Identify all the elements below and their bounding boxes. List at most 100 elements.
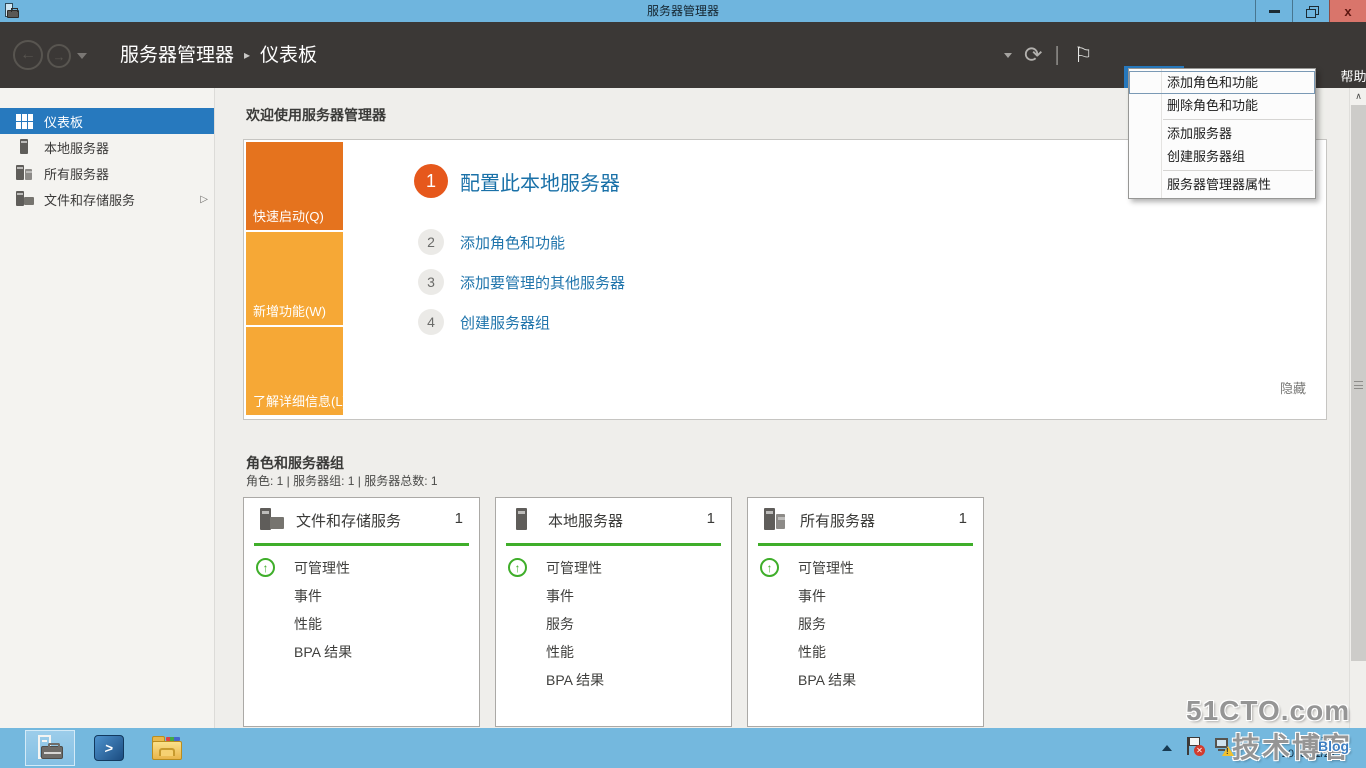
menu-separator bbox=[1163, 119, 1313, 120]
server-manager-window: 服务器管理器 x ← → 服务器管理器▸仪表板 ⟳ | ⚐ 管理(M)工具(T)… bbox=[0, 0, 1366, 768]
clock[interactable]: :43 2015/11/21 bbox=[1236, 733, 1336, 761]
manage-menu-item[interactable]: 服务器管理器属性 bbox=[1129, 173, 1315, 196]
welcome-step[interactable]: 2 添加角色和功能 bbox=[418, 229, 565, 255]
sidebar-item[interactable]: 文件和存储服务 ▷ bbox=[0, 186, 214, 212]
dashboard-icon bbox=[16, 113, 34, 129]
hide-link[interactable]: 隐藏 bbox=[1280, 378, 1306, 397]
welcome-tab[interactable]: 了解详细信息(L) bbox=[246, 327, 347, 415]
role-cards: 文件和存储服务 1 ↑ 可管理性 事件 性能 BPA 结果 本地服务器 1 ↑ 可管理性事… bbox=[243, 497, 999, 727]
breadcrumb-current: 仪表板 bbox=[260, 45, 318, 66]
card-title-link[interactable]: 文件和存储服务 bbox=[296, 510, 401, 531]
local-server-icon bbox=[512, 508, 538, 532]
notifications-flag-icon[interactable]: ⚐ bbox=[1074, 45, 1093, 66]
card-row[interactable]: BPA 结果 bbox=[496, 666, 731, 694]
card-row[interactable]: 事件 bbox=[244, 582, 479, 610]
card-row[interactable]: 服务 bbox=[496, 610, 731, 638]
all-servers-icon bbox=[764, 508, 790, 532]
restore-button[interactable] bbox=[1292, 0, 1329, 22]
card-row[interactable]: 服务 bbox=[748, 610, 983, 638]
card-row[interactable]: 事件 bbox=[748, 582, 983, 610]
sidebar-item[interactable]: 所有服务器 bbox=[0, 160, 214, 186]
manage-menu-item[interactable]: 添加角色和功能 bbox=[1129, 71, 1315, 94]
card-status-rule bbox=[254, 543, 469, 546]
step-number-badge: 3 bbox=[418, 269, 444, 295]
welcome-step[interactable]: 4 创建服务器组 bbox=[418, 309, 550, 335]
sidebar-nav: 仪表板 本地服务器 所有服务器 文件和存储服务 ▷ bbox=[0, 108, 214, 212]
step-number-badge: 4 bbox=[418, 309, 444, 335]
close-button[interactable]: x bbox=[1329, 0, 1366, 22]
welcome-tab[interactable]: 新增功能(W) bbox=[246, 232, 343, 325]
file-explorer-icon bbox=[152, 736, 182, 760]
card-row[interactable]: BPA 结果 bbox=[748, 666, 983, 694]
tray-date: 2015/11/21 bbox=[1281, 748, 1336, 760]
sidebar-item[interactable]: 仪表板 bbox=[0, 108, 214, 134]
window-title: 服务器管理器 bbox=[646, 4, 719, 18]
card-row[interactable]: 事件 bbox=[496, 582, 731, 610]
welcome-title: 欢迎使用服务器管理器 bbox=[246, 107, 386, 123]
sidebar: 仪表板 本地服务器 所有服务器 文件和存储服务 ▷ bbox=[0, 88, 215, 728]
breadcrumb-root[interactable]: 服务器管理器 bbox=[120, 45, 234, 66]
scrollbar-up-icon[interactable]: ∧ bbox=[1350, 88, 1366, 105]
powershell-icon: > bbox=[94, 735, 124, 761]
file-storage-icon bbox=[260, 508, 286, 532]
welcome-step[interactable]: 1 配置此本地服务器 bbox=[414, 164, 620, 198]
welcome-step[interactable]: 3 添加要管理的其他服务器 bbox=[418, 269, 625, 295]
titlebar: 服务器管理器 x bbox=[0, 0, 1366, 22]
toolbar-divider: | bbox=[1054, 43, 1060, 66]
card-title-link[interactable]: 本地服务器 bbox=[548, 510, 623, 531]
step-number-badge: 1 bbox=[414, 164, 448, 198]
all-servers-icon bbox=[16, 165, 34, 181]
card-row[interactable]: 性能 bbox=[496, 638, 731, 666]
step-link[interactable]: 添加要管理的其他服务器 bbox=[460, 272, 625, 293]
card-title-link[interactable]: 所有服务器 bbox=[800, 510, 875, 531]
back-button[interactable]: ← bbox=[13, 40, 43, 70]
card-row[interactable]: ↑ 可管理性 bbox=[496, 554, 731, 582]
server-manager-icon bbox=[35, 734, 65, 762]
manage-menu-dropdown: 添加角色和功能 删除角色和功能 添加服务器 创建服务器组 服务器管理器属性 bbox=[1128, 68, 1316, 199]
role-group-card: 本地服务器 1 ↑ 可管理性 事件 服务 性能 BPA 结果 bbox=[495, 497, 732, 727]
dropdown-caret-icon[interactable] bbox=[1004, 52, 1012, 58]
minimize-button[interactable] bbox=[1255, 0, 1292, 22]
manage-menu-item[interactable]: 创建服务器组 bbox=[1129, 145, 1315, 168]
manage-menu-item[interactable]: 添加服务器 bbox=[1129, 122, 1315, 145]
action-center-flag-icon[interactable]: ✕ bbox=[1185, 736, 1205, 756]
step-number-badge: 2 bbox=[418, 229, 444, 255]
taskbar-powershell-button[interactable]: > bbox=[88, 730, 130, 766]
card-row[interactable]: ↑ 可管理性 bbox=[748, 554, 983, 582]
card-server-count: 1 bbox=[454, 510, 463, 527]
welcome-tab[interactable]: 快速启动(Q) bbox=[246, 142, 343, 230]
roles-and-server-groups-header: 角色和服务器组 bbox=[246, 455, 344, 471]
taskbar: > ✕ :43 2015/11/21 bbox=[0, 728, 1366, 768]
card-status-rule bbox=[506, 543, 721, 546]
network-warning-icon[interactable] bbox=[1214, 736, 1234, 756]
manageability-up-icon: ↑ bbox=[256, 558, 275, 577]
taskbar-explorer-button[interactable] bbox=[146, 730, 188, 766]
tray-time: :43 bbox=[1320, 734, 1336, 746]
step-link[interactable]: 添加角色和功能 bbox=[460, 232, 565, 253]
roles-counts: 角色: 1 | 服务器组: 1 | 服务器总数: 1 bbox=[246, 474, 438, 488]
tray-expand-icon[interactable] bbox=[1162, 745, 1172, 751]
scrollbar-thumb[interactable] bbox=[1351, 105, 1366, 661]
card-row[interactable]: 性能 bbox=[748, 638, 983, 666]
manage-menu-item[interactable]: 删除角色和功能 bbox=[1129, 94, 1315, 117]
sidebar-item[interactable]: 本地服务器 bbox=[0, 134, 214, 160]
menu-separator bbox=[1163, 170, 1313, 171]
menubar-item[interactable]: 帮助(H) bbox=[1333, 66, 1366, 88]
card-row[interactable]: BPA 结果 bbox=[244, 638, 479, 666]
card-row[interactable]: ↑ 可管理性 bbox=[244, 554, 479, 582]
forward-button[interactable]: → bbox=[47, 44, 71, 68]
step-link[interactable]: 配置此本地服务器 bbox=[460, 167, 620, 196]
vertical-scrollbar[interactable]: ∧ bbox=[1349, 88, 1366, 728]
role-group-card: 文件和存储服务 1 ↑ 可管理性 事件 性能 BPA 结果 bbox=[243, 497, 480, 727]
breadcrumb-separator-icon: ▸ bbox=[244, 48, 251, 62]
refresh-icon[interactable]: ⟳ bbox=[1024, 44, 1042, 66]
manageability-up-icon: ↑ bbox=[508, 558, 527, 577]
taskbar-server-manager-button[interactable] bbox=[25, 730, 75, 766]
card-row[interactable]: 性能 bbox=[244, 610, 479, 638]
card-status-rule bbox=[758, 543, 973, 546]
step-link[interactable]: 创建服务器组 bbox=[460, 312, 550, 333]
card-server-count: 1 bbox=[958, 510, 967, 527]
expand-arrow-icon[interactable]: ▷ bbox=[200, 194, 208, 205]
welcome-tabs: 快速启动(Q) 新增功能(W) 了解详细信息(L) bbox=[246, 142, 347, 417]
history-dropdown-icon[interactable] bbox=[77, 53, 87, 59]
